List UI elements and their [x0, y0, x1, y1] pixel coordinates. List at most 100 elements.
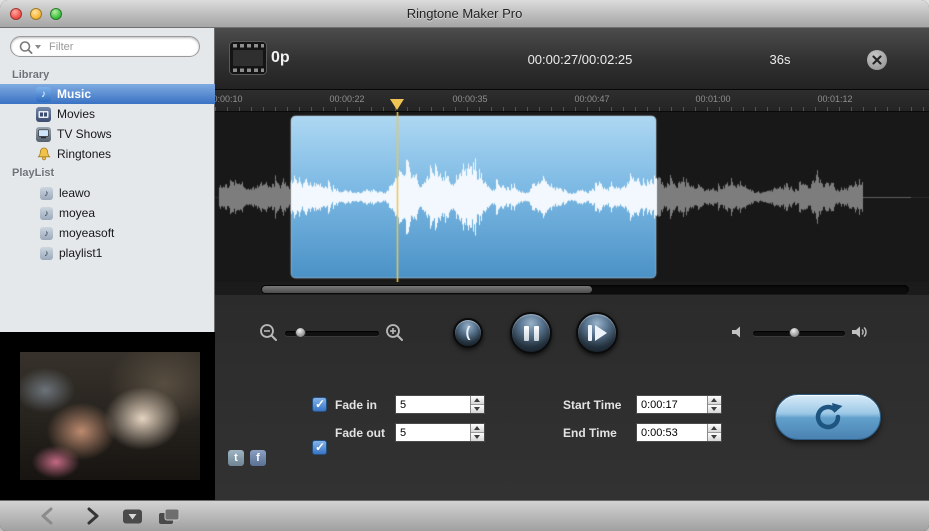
playlist-icon: ♪ [40, 227, 53, 240]
sidebar-item-movies[interactable]: Movies [0, 104, 215, 124]
editor-area: 0p 00:00:27/00:02:25 36s 00:00:10 00:00:… [215, 28, 929, 500]
volume-slider[interactable] [753, 331, 845, 336]
sidebar-item-moyeasoft[interactable]: ♪ moyeasoft [0, 223, 215, 243]
playlist-icon: ♪ [40, 207, 53, 220]
zoom-window-button[interactable] [50, 8, 62, 20]
pause-icon [534, 326, 539, 341]
fade-out-checkbox[interactable] [312, 440, 327, 455]
view-toggle-button[interactable] [122, 508, 143, 525]
sidebar-item-label: leawo [59, 186, 90, 200]
search-icon [18, 40, 44, 55]
playlist-header: PlayList [12, 167, 54, 179]
window-title: Ringtone Maker Pro [0, 0, 929, 27]
spin-down-button[interactable] [708, 404, 721, 413]
volume-max-icon[interactable] [851, 324, 868, 340]
end-time-label: End Time [563, 426, 617, 440]
back-button[interactable] [40, 507, 56, 525]
fade-in-input[interactable] [396, 396, 470, 413]
volume-min-icon[interactable] [731, 325, 745, 339]
start-time-input[interactable] [637, 396, 707, 413]
bell-icon [36, 147, 51, 162]
selection-duration-badge: 36s [760, 52, 800, 67]
sidebar-item-label: Music [57, 87, 91, 101]
end-time-input[interactable] [637, 424, 707, 441]
refresh-icon [812, 402, 844, 432]
layers-button[interactable] [158, 508, 180, 525]
sidebar-item-tv-shows[interactable]: TV Shows [0, 124, 215, 144]
trim-button[interactable]: ( [453, 318, 483, 348]
facebook-button[interactable]: f [250, 450, 266, 466]
play-triangle-icon [595, 325, 607, 341]
spin-up-button[interactable] [471, 396, 484, 404]
stepper-arrows [470, 396, 484, 413]
time-display: 00:00:27/00:02:25 [495, 52, 665, 67]
scrollbar-thumb[interactable] [262, 286, 592, 293]
sidebar-item-playlist1[interactable]: ♪ playlist1 [0, 243, 215, 263]
zoom-out-button[interactable] [259, 323, 279, 343]
zoom-in-button[interactable] [385, 323, 405, 343]
waveform-scrollbar[interactable] [261, 285, 909, 294]
minimize-window-button[interactable] [30, 8, 42, 20]
music-icon: ♪ [36, 87, 51, 102]
sidebar-item-leawo[interactable]: ♪ leawo [0, 183, 215, 203]
movies-icon [36, 107, 51, 122]
fade-out-stepper [395, 423, 485, 442]
player-header: 0p 00:00:27/00:02:25 36s [215, 28, 929, 90]
tick-label: 00:00:22 [329, 94, 364, 104]
sidebar: Library ♪ Music Movies TV Shows Ringtone… [0, 28, 215, 332]
forward-button[interactable] [84, 507, 100, 525]
spin-up-button[interactable] [471, 424, 484, 432]
spin-up-button[interactable] [708, 424, 721, 432]
sidebar-item-moyea[interactable]: ♪ moyea [0, 203, 215, 223]
convert-button[interactable] [775, 394, 881, 440]
volume-slider-knob[interactable] [789, 327, 800, 338]
zoom-slider[interactable] [285, 331, 379, 336]
library-header: Library [12, 69, 49, 81]
tv-icon [36, 127, 51, 142]
twitter-button[interactable]: t [228, 450, 244, 466]
close-icon [872, 55, 882, 65]
tick-label: 00:00:10 [215, 94, 243, 104]
chevron-right-icon [84, 507, 100, 525]
chevron-left-icon [40, 507, 56, 525]
tick-label: 00:00:47 [574, 94, 609, 104]
sidebar-item-label: Movies [57, 107, 95, 121]
playhead-marker[interactable] [390, 99, 404, 110]
play-button[interactable] [576, 312, 618, 354]
start-time-stepper [636, 395, 722, 414]
playlist-icon: ♪ [40, 247, 53, 260]
fade-out-input[interactable] [396, 424, 470, 441]
tick-label: 00:01:00 [695, 94, 730, 104]
bracket-icon: ( [466, 324, 471, 341]
tick-label: 00:00:35 [452, 94, 487, 104]
zoom-slider-knob[interactable] [295, 327, 306, 338]
tick-label: 00:01:12 [817, 94, 852, 104]
pause-button[interactable] [510, 312, 552, 354]
spin-up-button[interactable] [708, 396, 721, 404]
close-window-button[interactable] [10, 8, 22, 20]
filter-field[interactable] [10, 36, 200, 57]
sidebar-item-music[interactable]: ♪ Music [0, 84, 215, 104]
spin-down-button[interactable] [471, 404, 484, 413]
close-clip-button[interactable] [867, 50, 887, 70]
video-preview-image [20, 352, 200, 480]
track-title: 0p [271, 49, 290, 67]
sidebar-item-label: TV Shows [57, 127, 112, 141]
titlebar[interactable]: Ringtone Maker Pro [0, 0, 929, 28]
spin-down-button[interactable] [471, 432, 484, 441]
stepper-arrows [470, 424, 484, 441]
filter-input[interactable] [47, 39, 187, 54]
bottom-toolbar [0, 500, 929, 531]
play-bar-icon [588, 325, 592, 341]
playlist-icon: ♪ [40, 187, 53, 200]
app-window: Ringtone Maker Pro Library ♪ Music Movie… [0, 0, 929, 531]
chevron-down-icon [35, 45, 41, 49]
sidebar-item-label: moyea [59, 206, 95, 220]
spin-down-button[interactable] [708, 432, 721, 441]
waveform-canvas[interactable] [215, 112, 929, 282]
sidebar-item-label: playlist1 [59, 246, 102, 260]
fade-in-checkbox[interactable] [312, 397, 327, 412]
sidebar-item-ringtones[interactable]: Ringtones [0, 144, 215, 164]
fade-in-label: Fade in [335, 398, 377, 412]
timeline-ruler[interactable]: 00:00:10 00:00:22 00:00:35 00:00:47 00:0… [215, 90, 929, 112]
